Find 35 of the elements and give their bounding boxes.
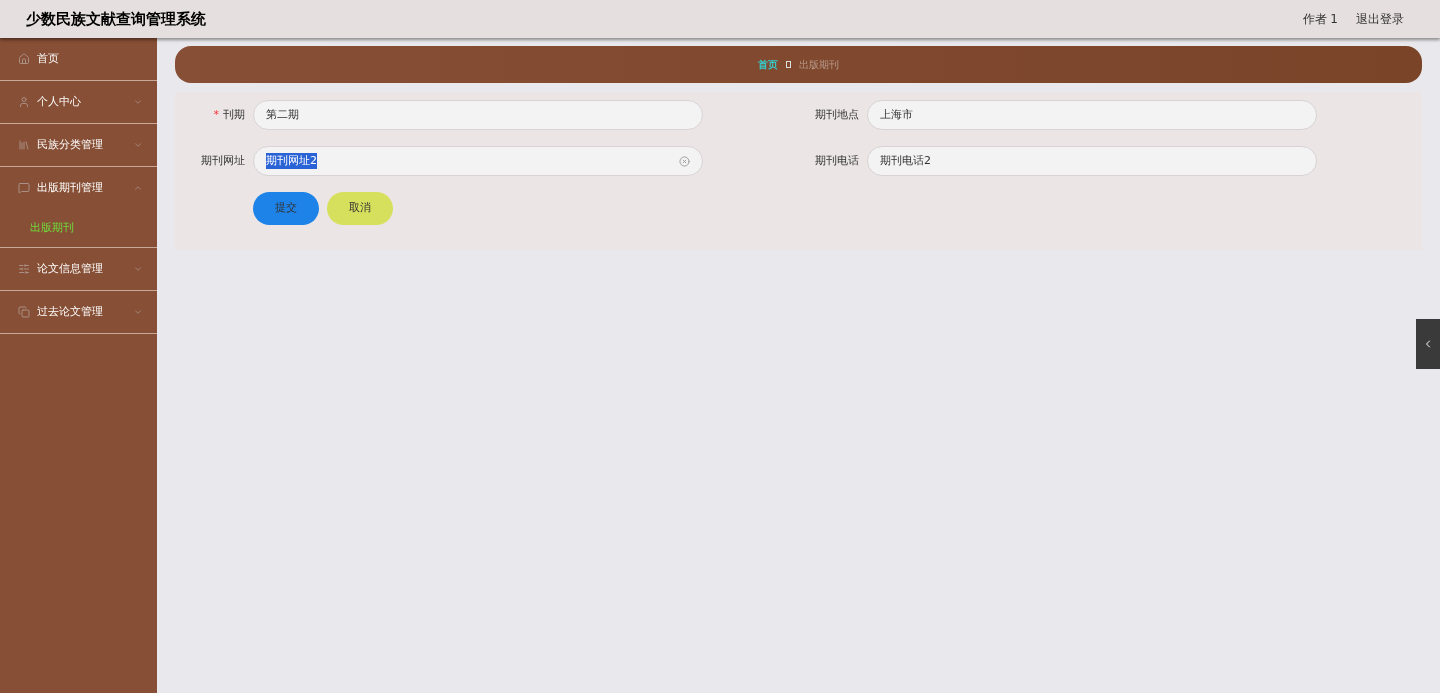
user-name: 作者 1 xyxy=(1302,11,1338,28)
field-label: 期刊网址 xyxy=(201,152,245,169)
books-icon xyxy=(18,139,30,151)
sliders-icon xyxy=(18,263,30,275)
input-field[interactable]: 第二期 xyxy=(253,100,703,130)
chevron-down-icon xyxy=(133,97,143,107)
menu-item[interactable]: 过去论文管理 xyxy=(0,291,157,333)
submit-button[interactable]: 提交 xyxy=(253,192,319,225)
menu-item[interactable]: 首页 xyxy=(0,38,157,80)
user-icon xyxy=(18,96,30,108)
copy-icon xyxy=(18,306,30,318)
input-field[interactable]: 期刊网址2 xyxy=(253,146,703,176)
required-mark: * xyxy=(213,106,219,123)
chevron-down-icon xyxy=(133,140,143,150)
menu-item[interactable]: 论文信息管理 xyxy=(0,248,157,290)
field-label: 期刊电话 xyxy=(815,152,859,169)
menu-item[interactable]: 个人中心 xyxy=(0,81,157,123)
field-label: 刊期 xyxy=(223,106,245,123)
separator-icon xyxy=(786,61,791,68)
submenu-item[interactable]: 出版期刊 xyxy=(0,209,157,247)
menu-item[interactable]: 民族分类管理 xyxy=(0,124,157,166)
app-title: 少数民族文献查询管理系统 xyxy=(26,8,206,30)
chevron-down-icon xyxy=(133,307,143,317)
cancel-button[interactable]: 取消 xyxy=(327,192,393,225)
chevron-up-icon xyxy=(133,183,143,193)
clear-icon[interactable] xyxy=(679,155,690,167)
menu-item[interactable]: 出版期刊管理 xyxy=(0,167,157,209)
field-label: 期刊地点 xyxy=(815,106,859,123)
chat-icon xyxy=(18,182,30,194)
input-field[interactable]: 上海市 xyxy=(867,100,1317,130)
breadcrumb-link[interactable]: 首页 xyxy=(758,57,778,72)
chevron-down-icon xyxy=(133,264,143,274)
home-icon xyxy=(18,53,30,65)
input-field[interactable]: 期刊电话2 xyxy=(867,146,1317,176)
logout-link[interactable]: 退出登录 xyxy=(1356,10,1404,28)
